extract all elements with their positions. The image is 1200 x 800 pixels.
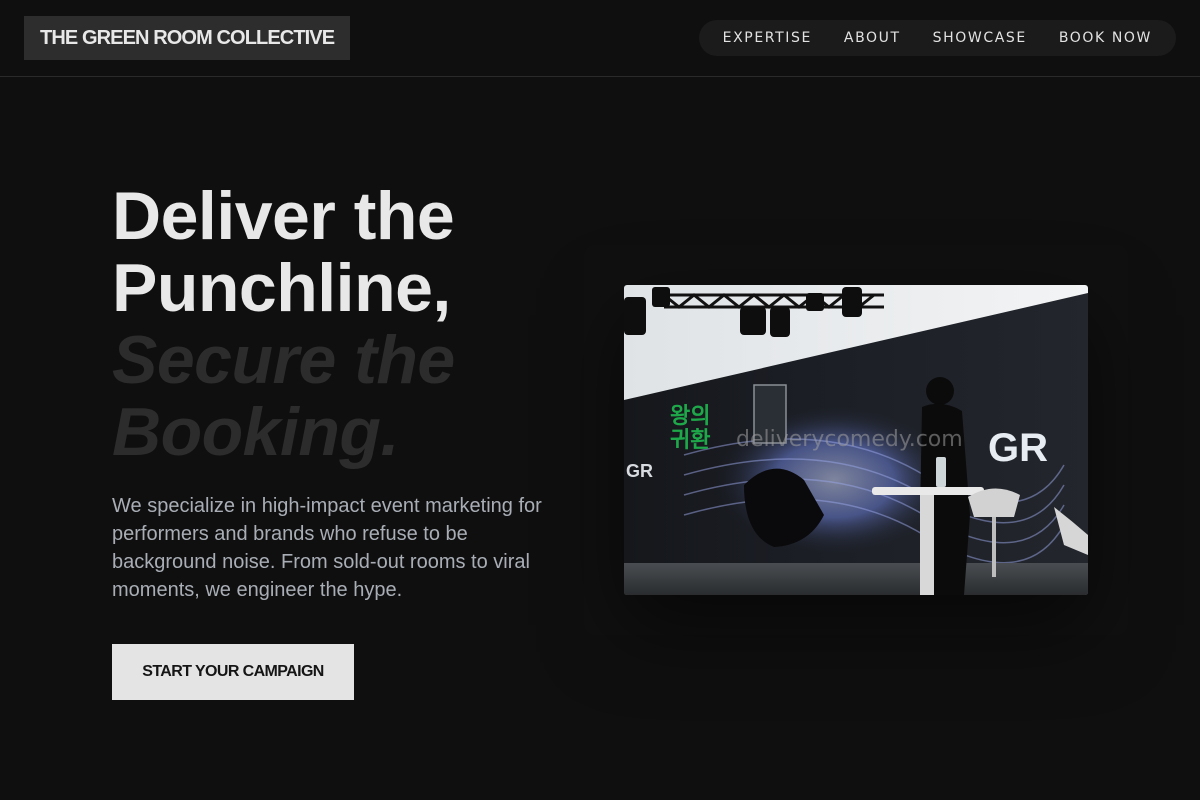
nav-book-now[interactable]: BOOK NOW <box>1043 30 1168 46</box>
watermark: deliverycomedy.com <box>736 427 963 452</box>
site-logo[interactable]: THE GREEN ROOM COLLECTIVE <box>24 16 351 60</box>
hero-image: 왕의 귀환 GR GR deliverycomedy.com <box>624 285 1088 595</box>
site-header: THE GREEN ROOM COLLECTIVE EXPERTISE ABOU… <box>0 0 1200 77</box>
nav-showcase[interactable]: SHOWCASE <box>917 30 1043 46</box>
hero-accent-line-2: Booking. <box>112 394 399 470</box>
hero-description: We specialize in high-impact event marke… <box>112 495 542 601</box>
screen-logo-right: GR <box>988 426 1048 470</box>
nav-about[interactable]: ABOUT <box>828 30 917 46</box>
screen-logo-left: GR <box>626 461 653 481</box>
nav-expertise[interactable]: EXPERTISE <box>707 30 828 46</box>
screen-korean-2: 귀환 <box>670 428 710 453</box>
hero-title: Deliver the Punchline, Secure the Bookin… <box>112 180 592 468</box>
screen-korean-1: 왕의 <box>670 404 710 429</box>
hero-title-line-2: Punchline, <box>112 250 451 326</box>
start-campaign-button[interactable]: START YOUR CAMPAIGN <box>112 644 354 700</box>
main-nav: EXPERTISE ABOUT SHOWCASE BOOK NOW <box>698 20 1176 56</box>
hero-accent-line-1: Secure the <box>112 322 455 398</box>
hero-title-line-1: Deliver the <box>112 178 455 254</box>
